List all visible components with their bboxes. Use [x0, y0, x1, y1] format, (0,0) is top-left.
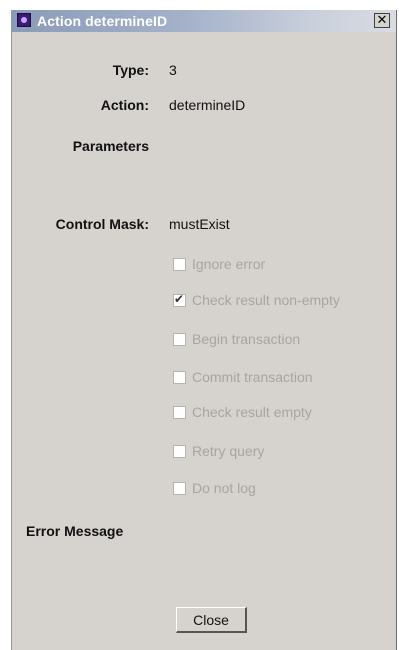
action-dialog: Action determineID ✕ Type: 3 Action: det… [11, 10, 397, 650]
type-value: 3 [169, 62, 177, 78]
control-mask-value: mustExist [169, 216, 230, 232]
type-label: Type: [112, 62, 149, 78]
checkbox[interactable] [173, 292, 186, 307]
action-value: determineID [169, 97, 246, 113]
checkbox[interactable] [173, 481, 186, 495]
checkbox[interactable] [173, 257, 186, 271]
option-begin-transaction[interactable]: Begin transaction [173, 330, 300, 348]
option-check-result-non-empty[interactable]: Check result non-empty [173, 291, 340, 309]
option-label: Ignore error [192, 256, 266, 272]
checkbox[interactable] [173, 444, 186, 458]
option-label: Check result non-empty [192, 292, 340, 308]
title-bar[interactable]: Action determineID ✕ [12, 10, 396, 32]
option-check-result-empty[interactable]: Check result empty [173, 403, 312, 421]
close-icon[interactable]: ✕ [374, 13, 390, 28]
checkbox[interactable] [173, 370, 186, 384]
option-ignore-error[interactable]: Ignore error [173, 255, 265, 273]
close-button[interactable]: Close [176, 607, 247, 633]
option-label: Commit transaction [192, 369, 313, 385]
option-do-not-log[interactable]: Do not log [173, 479, 256, 497]
option-label: Begin transaction [192, 331, 301, 347]
option-label: Check result empty [192, 404, 312, 420]
option-commit-transaction[interactable]: Commit transaction [173, 368, 313, 386]
option-retry-query[interactable]: Retry query [173, 442, 264, 460]
action-label: Action: [100, 97, 149, 113]
window-title: Action determineID [37, 13, 168, 29]
option-label: Retry query [192, 443, 265, 459]
app-icon [17, 13, 31, 27]
checkbox[interactable] [173, 405, 186, 419]
option-label: Do not log [192, 480, 256, 496]
control-mask-label: Control Mask: [55, 216, 149, 232]
error-message-label: Error Message [26, 523, 124, 539]
parameters-label: Parameters [72, 138, 149, 154]
checkbox[interactable] [173, 332, 186, 346]
